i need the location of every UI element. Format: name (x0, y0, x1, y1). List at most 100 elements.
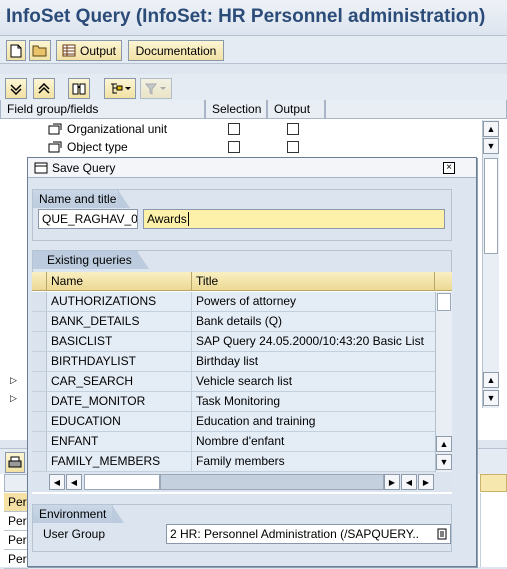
scroll-thumb[interactable] (437, 293, 451, 311)
select-all-cell[interactable] (32, 272, 47, 291)
table-row[interactable]: CAR_SEARCH Vehicle search list (32, 372, 435, 392)
scroll-down-button[interactable]: ▼ (436, 454, 452, 470)
query-title-cell: Birthday list (192, 352, 435, 371)
scroll-up-button[interactable]: ▲ (483, 372, 499, 388)
table-row[interactable]: BANK_DETAILS Bank details (Q) (32, 312, 435, 332)
find-button[interactable] (68, 78, 90, 99)
table-row[interactable]: ENFANT Nombre d'enfant (32, 432, 435, 452)
query-title-value: Awards (147, 212, 187, 226)
table-row[interactable]: DATE_MONITOR Task Monitoring (32, 392, 435, 412)
field-grid-scrollbar[interactable]: ▲ ▼ ▲ ▼ (482, 120, 499, 408)
dialog-icon (34, 162, 48, 174)
list-item[interactable]: Per (4, 531, 28, 550)
row-selector[interactable] (32, 332, 47, 351)
text-cursor (187, 212, 189, 226)
name-column-header[interactable]: Name (47, 272, 192, 291)
list-item[interactable]: Per (4, 512, 28, 531)
title-bar: InfoSet Query (InfoSet: HR Personnel adm… (0, 0, 507, 36)
query-title-cell: Bank details (Q) (192, 312, 435, 331)
table-row[interactable]: FAMILY_MEMBERS Family members (32, 452, 435, 472)
field-label: Object type (67, 140, 128, 154)
table-row[interactable]: BIRTHDAYLIST Birthday list (32, 352, 435, 372)
query-name-cell: BANK_DETAILS (47, 312, 192, 331)
scroll-up-button[interactable]: ▲ (483, 121, 499, 137)
expand-down-icon (10, 83, 22, 95)
row-selector[interactable] (32, 372, 47, 391)
query-title-cell: Vehicle search list (192, 372, 435, 391)
scroll-up-button[interactable]: ▲ (436, 436, 452, 452)
selection-checkbox[interactable] (228, 123, 240, 135)
row-selector[interactable] (32, 292, 47, 311)
query-name-field[interactable]: QUE_RAGHAV_02 (38, 209, 138, 229)
query-title-field[interactable]: Awards (143, 209, 445, 229)
existing-queries-table: Name Title AUTHORIZATIONS Powers of attor… (32, 272, 452, 494)
environment-group: Environment User Group 2 HR: Personnel A… (32, 504, 452, 552)
row-selector[interactable] (32, 352, 47, 371)
query-title-cell: Task Monitoring (192, 392, 435, 411)
column-settings-cell[interactable] (435, 272, 452, 291)
user-group-field[interactable]: 2 HR: Personnel Administration (/SAPQUER… (166, 524, 451, 544)
table-horizontal-scrollbar-area: ◀ ◀ ▶ ◀ ▶ (32, 472, 452, 492)
output-button[interactable]: Output (56, 40, 122, 61)
row-selector[interactable] (32, 412, 47, 431)
output-checkbox[interactable] (287, 141, 299, 153)
filter-button[interactable] (140, 78, 172, 99)
expand-node-icon[interactable]: ▷ (10, 393, 17, 404)
query-name-cell: CAR_SEARCH (47, 372, 192, 391)
print-button[interactable] (5, 452, 25, 473)
table-row[interactable]: AUTHORIZATIONS Powers of attorney (32, 292, 435, 312)
collapse-all-button[interactable] (33, 78, 55, 99)
save-query-dialog: Save Query × Name and title QUE_RAGHAV_0… (27, 157, 477, 567)
scroll-left-button[interactable]: ◀ (66, 474, 82, 490)
title-column-header[interactable]: Title (192, 272, 435, 291)
list-item[interactable]: Per (4, 493, 28, 512)
documentation-button[interactable]: Documentation (128, 40, 224, 61)
documentation-button-label: Documentation (135, 43, 217, 58)
field-group-toolbar (0, 74, 507, 102)
list-item[interactable]: Per (4, 550, 28, 569)
scroll-down-button[interactable]: ▼ (483, 390, 499, 406)
new-document-button[interactable] (6, 40, 26, 61)
field-group-header: Field group/fields (0, 100, 205, 119)
row-selector[interactable] (32, 432, 47, 451)
query-name-cell: EDUCATION (47, 412, 192, 431)
output-checkbox[interactable] (287, 123, 299, 135)
new-document-icon (10, 44, 22, 57)
scroll-right-button[interactable]: ▶ (418, 474, 434, 490)
scroll-first-button[interactable]: ◀ (49, 474, 65, 490)
query-name-cell: ENFANT (47, 432, 192, 451)
row-selector[interactable] (32, 312, 47, 331)
open-folder-button[interactable] (29, 40, 51, 61)
lower-list-header-right (480, 474, 507, 492)
scroll-thumb[interactable] (484, 158, 498, 254)
name-and-title-group: Name and title QUE_RAGHAV_02 Awards (32, 189, 452, 241)
scroll-right-button[interactable]: ▶ (384, 474, 400, 490)
hierarchy-icon (111, 83, 131, 94)
query-name-cell: DATE_MONITOR (47, 392, 192, 411)
query-name-cell: BIRTHDAYLIST (47, 352, 192, 371)
lower-list-right-column (480, 493, 507, 567)
close-icon[interactable]: × (443, 162, 455, 174)
group-label: Name and title (33, 190, 130, 208)
row-selector[interactable] (32, 452, 47, 471)
table-row[interactable]: EDUCATION Education and training (32, 412, 435, 432)
table-vertical-scrollbar[interactable]: ▲ ▼ (435, 292, 452, 472)
expand-node-icon[interactable]: ▷ (10, 375, 17, 386)
field-row-organizational-unit[interactable]: Organizational unit (0, 120, 480, 138)
row-selector[interactable] (32, 392, 47, 411)
horizontal-scroll-track[interactable] (160, 474, 384, 490)
expand-all-button[interactable] (5, 78, 27, 99)
hierarchy-menu-button[interactable] (104, 78, 136, 99)
scroll-down-button[interactable]: ▼ (483, 138, 499, 154)
selection-header: Selection (205, 100, 267, 119)
horizontal-scroll-thumb[interactable] (84, 474, 160, 490)
query-name-cell: FAMILY_MEMBERS (47, 452, 192, 471)
application-toolbar: Output Documentation (0, 36, 507, 64)
value-help-icon[interactable] (437, 528, 447, 540)
table-row[interactable]: BASICLIST SAP Query 24.05.2000/10:43:20 B… (32, 332, 435, 352)
filter-icon (145, 83, 166, 95)
scroll-left-button[interactable]: ◀ (401, 474, 417, 490)
field-row-object-type[interactable]: Object type (0, 138, 480, 156)
selection-checkbox[interactable] (228, 141, 240, 153)
group-label: Existing queries (33, 251, 149, 269)
